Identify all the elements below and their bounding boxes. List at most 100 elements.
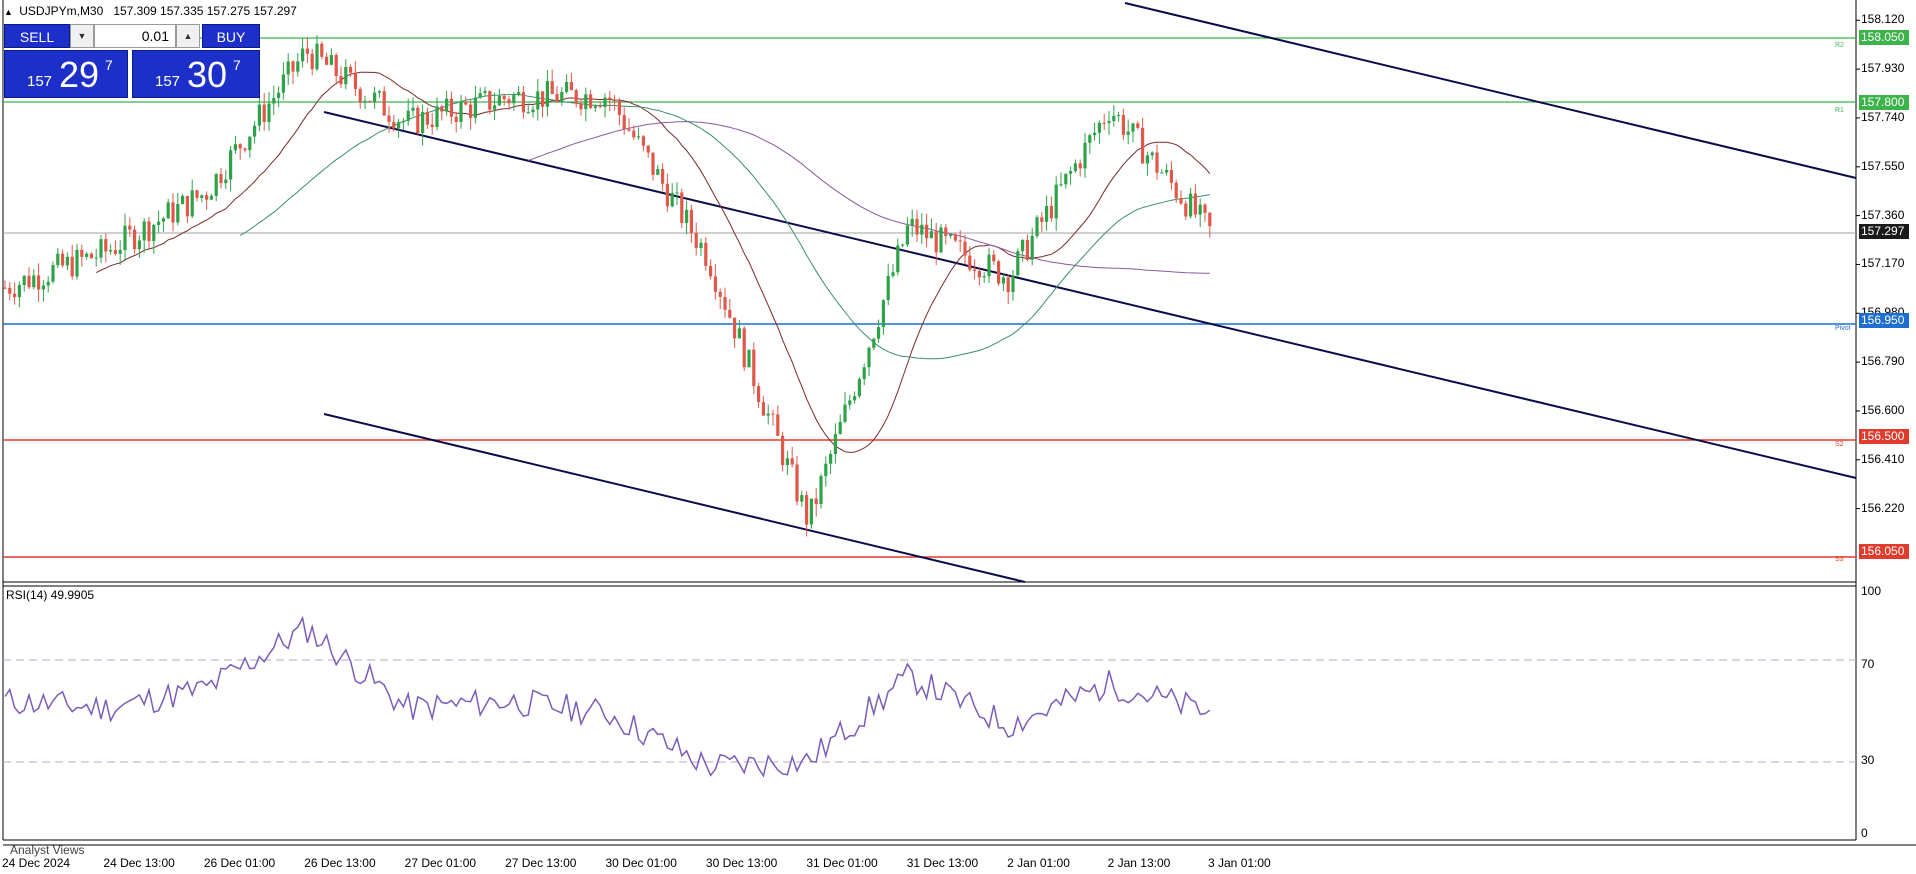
candle-body bbox=[877, 327, 881, 339]
candle-body bbox=[253, 125, 257, 137]
candle-body bbox=[37, 275, 41, 290]
candle-body bbox=[905, 225, 909, 245]
candle-body bbox=[886, 275, 890, 301]
level-tag: R2 bbox=[1835, 42, 1844, 50]
candle-body bbox=[22, 275, 26, 286]
price-tick-label: 156.790 bbox=[1861, 354, 1905, 369]
buy-quote-button[interactable]: 157 30 7 bbox=[132, 50, 260, 98]
price-tick-label: 157.170 bbox=[1861, 256, 1905, 271]
candle-body bbox=[781, 435, 785, 466]
sell-button[interactable]: SELL bbox=[4, 24, 70, 48]
candle-body bbox=[771, 413, 775, 415]
analyst-views-tab[interactable]: Analyst Views bbox=[10, 843, 84, 857]
candle-body bbox=[147, 221, 151, 242]
candle-body bbox=[382, 91, 386, 116]
candle-body bbox=[776, 414, 780, 436]
candle-body bbox=[209, 195, 213, 200]
candle-body bbox=[872, 338, 876, 348]
candle-body bbox=[709, 265, 713, 277]
candle-body bbox=[430, 124, 434, 128]
candle-body bbox=[181, 195, 185, 205]
level-tag: Pivot bbox=[1835, 324, 1851, 332]
candle-body bbox=[80, 249, 84, 257]
candle-body bbox=[929, 231, 933, 239]
level-price-box: 157.800 bbox=[1859, 94, 1909, 110]
candle-body bbox=[27, 275, 31, 288]
candle-body bbox=[118, 249, 122, 254]
rsi-tick-label: 70 bbox=[1861, 656, 1875, 671]
candle-body bbox=[1112, 115, 1116, 122]
candle-body bbox=[478, 93, 482, 98]
time-tick-label: 27 Dec 13:00 bbox=[505, 856, 577, 870]
candle-body bbox=[790, 458, 794, 465]
candle-body bbox=[977, 270, 981, 278]
lot-increase-icon[interactable]: ▲ bbox=[176, 24, 200, 48]
price-tick-label: 157.930 bbox=[1861, 61, 1905, 76]
candle-body bbox=[1169, 169, 1173, 183]
candle-body bbox=[589, 94, 593, 108]
candle-body bbox=[934, 231, 938, 253]
candle-body bbox=[944, 227, 948, 237]
candle-body bbox=[320, 43, 324, 57]
candle-body bbox=[152, 224, 156, 242]
candle-body bbox=[752, 349, 756, 387]
candle-body bbox=[997, 261, 1001, 284]
candle-body bbox=[857, 379, 861, 397]
candle-body bbox=[632, 130, 636, 138]
candle-body bbox=[267, 103, 271, 123]
candle-body bbox=[137, 240, 141, 250]
buy-button[interactable]: BUY bbox=[202, 24, 260, 48]
candle-body bbox=[459, 101, 463, 123]
candle-body bbox=[795, 464, 799, 502]
candle-body bbox=[3, 287, 7, 289]
price-tick-label: 157.360 bbox=[1861, 207, 1905, 222]
candle-body bbox=[1165, 169, 1169, 173]
candle-body bbox=[1073, 163, 1077, 172]
candle-body bbox=[1189, 193, 1193, 217]
candle-body bbox=[473, 97, 477, 118]
candle-body bbox=[728, 309, 732, 318]
candle-body bbox=[1025, 240, 1029, 260]
candle-body bbox=[41, 285, 45, 290]
chart-canvas[interactable] bbox=[0, 0, 1916, 874]
level-price-box: 156.050 bbox=[1859, 544, 1909, 560]
candle-body bbox=[1198, 204, 1202, 215]
candle-body bbox=[1016, 251, 1020, 276]
level-tag: R1 bbox=[1835, 106, 1844, 114]
candle-body bbox=[262, 104, 266, 123]
collapse-triangle-icon[interactable]: ▲ bbox=[4, 7, 13, 17]
candle-body bbox=[406, 110, 410, 121]
candle-body bbox=[891, 272, 895, 276]
candle-body bbox=[550, 81, 554, 95]
level-tag: S2 bbox=[1835, 440, 1844, 448]
candle-body bbox=[161, 218, 165, 222]
candle-body bbox=[1093, 132, 1097, 136]
candle-body bbox=[785, 458, 789, 466]
candle-body bbox=[555, 94, 559, 102]
candle-body bbox=[171, 202, 175, 223]
candle-body bbox=[757, 386, 761, 403]
candle-body bbox=[99, 239, 103, 258]
candle-body bbox=[1069, 171, 1073, 174]
sell-quote-button[interactable]: 157 29 7 bbox=[4, 50, 128, 98]
candle-body bbox=[94, 257, 98, 259]
candle-body bbox=[973, 269, 977, 271]
candle-body bbox=[1160, 172, 1164, 174]
candle-body bbox=[281, 74, 285, 93]
candle-body bbox=[737, 328, 741, 339]
candle-body bbox=[75, 249, 79, 277]
candle-body bbox=[656, 168, 660, 175]
candle-body bbox=[248, 136, 252, 151]
lot-size-input[interactable]: 0.01 bbox=[94, 24, 176, 48]
candle-body bbox=[166, 202, 170, 219]
rsi-indicator-title: RSI(14) 49.9905 bbox=[6, 588, 95, 602]
candle-body bbox=[377, 91, 381, 93]
candle-body bbox=[1001, 277, 1005, 284]
candle-body bbox=[987, 254, 991, 277]
lot-decrease-icon[interactable]: ▼ bbox=[70, 24, 94, 48]
ohlc-values: 157.309 157.335 157.275 157.297 bbox=[113, 4, 297, 18]
candle-body bbox=[949, 234, 953, 237]
candle-body bbox=[704, 242, 708, 266]
time-tick-label: 24 Dec 13:00 bbox=[103, 856, 175, 870]
candle-body bbox=[454, 116, 458, 123]
